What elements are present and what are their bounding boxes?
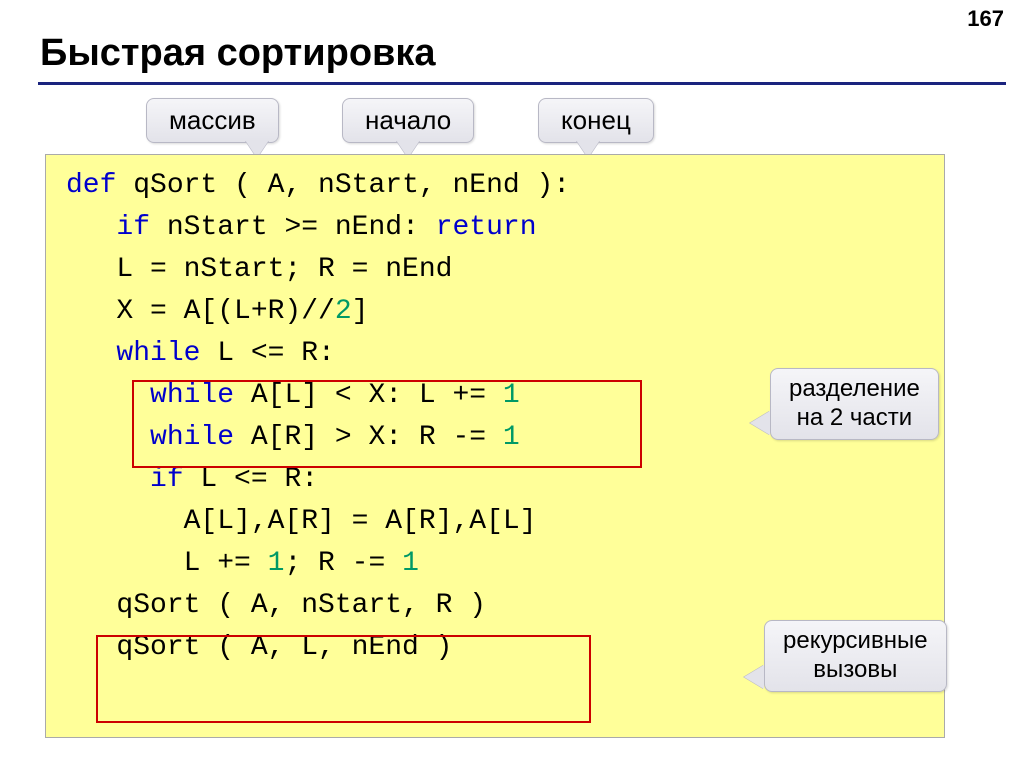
page-number: 167 (967, 6, 1004, 32)
highlight-recursion (96, 635, 591, 723)
callout-array: массив (146, 98, 279, 143)
callout-start: начало (342, 98, 474, 143)
callout-recursion: рекурсивные вызовы (764, 620, 947, 692)
slide-title: Быстрая сортировка (40, 32, 436, 75)
highlight-split-loop (132, 380, 642, 468)
title-underline (38, 82, 1006, 85)
callout-recursion-pointer (744, 665, 764, 689)
callout-split: разделение на 2 части (770, 368, 939, 440)
callout-split-pointer (750, 411, 770, 435)
callout-end: конец (538, 98, 654, 143)
